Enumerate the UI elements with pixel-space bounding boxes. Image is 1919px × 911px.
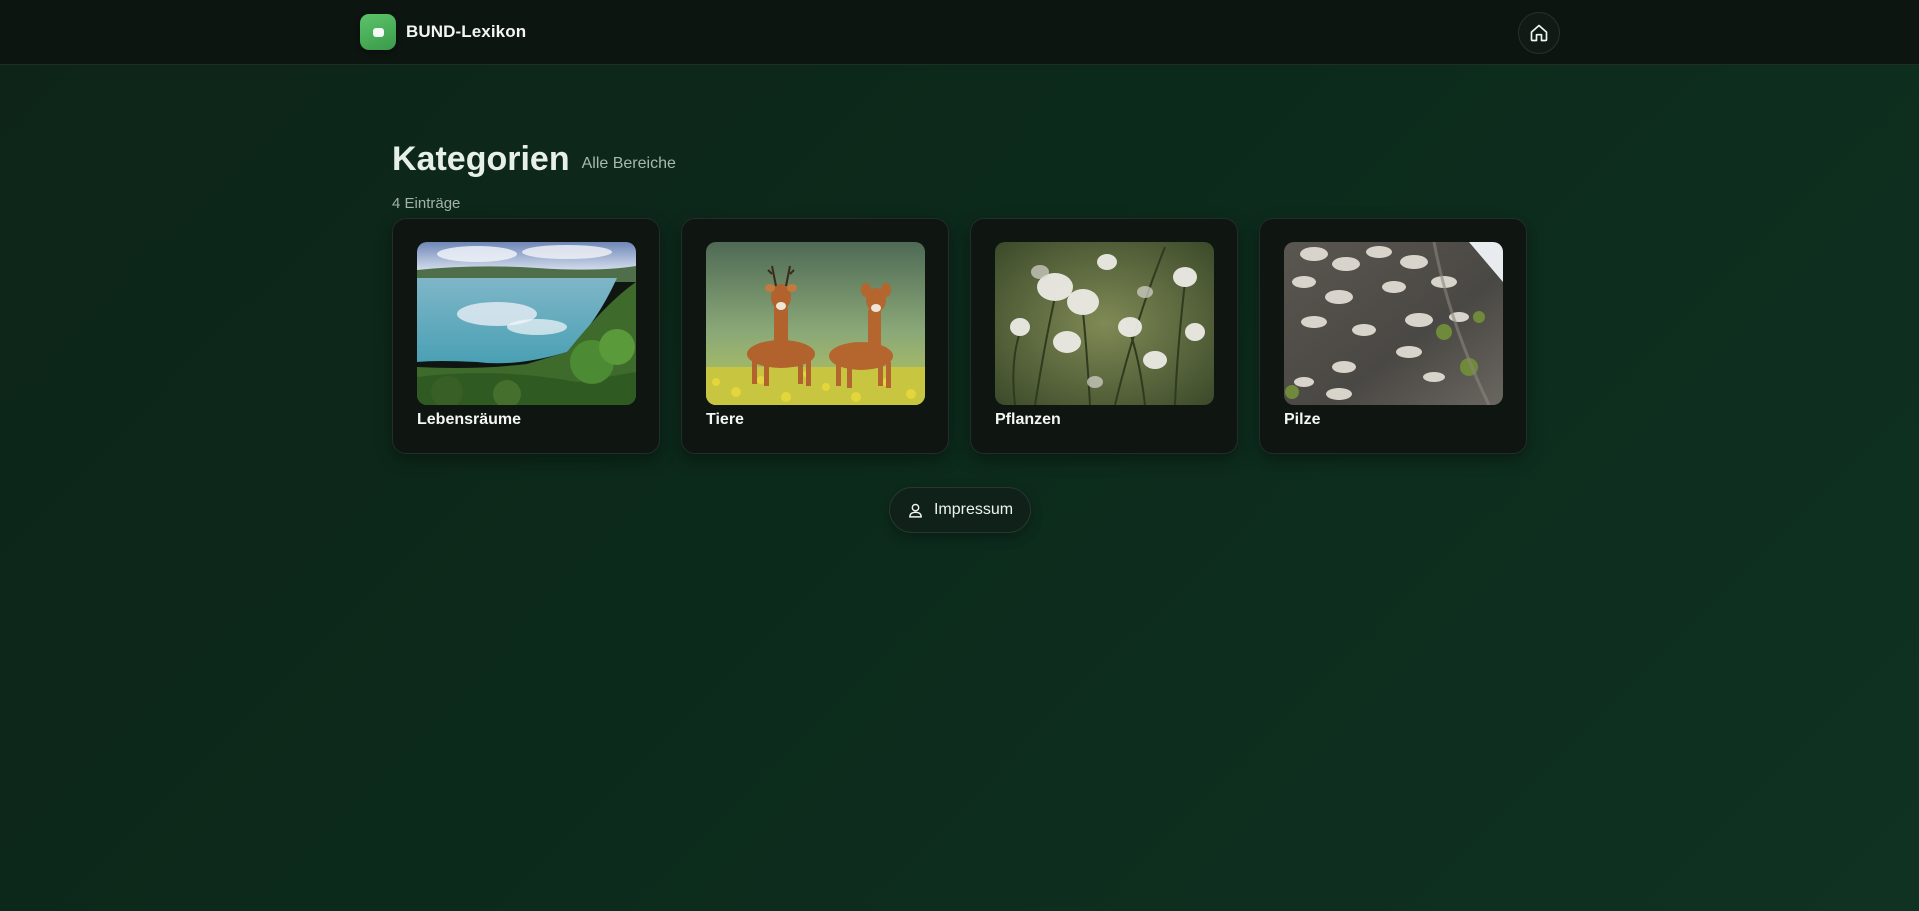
category-card-lebensraeume[interactable]: Lebensräume xyxy=(392,218,660,454)
bracket-fungi-image xyxy=(1284,242,1503,405)
category-card-tiere[interactable]: Tiere xyxy=(681,218,949,454)
user-icon xyxy=(909,503,922,518)
category-label: Tiere xyxy=(706,411,744,428)
brand-link[interactable]: BUND-Lexikon xyxy=(360,14,526,50)
impressum-button[interactable]: Impressum xyxy=(889,487,1031,533)
page-subtitle: Alle Bereiche xyxy=(581,155,676,172)
deer-in-field-image xyxy=(706,242,925,405)
page-title: Kategorien xyxy=(392,140,570,178)
home-icon xyxy=(1530,24,1548,42)
category-card-pflanzen[interactable]: Pflanzen xyxy=(970,218,1238,454)
category-label: Pilze xyxy=(1284,411,1321,428)
page-heading: Kategorien Alle Bereiche xyxy=(392,140,676,179)
home-button[interactable] xyxy=(1518,12,1560,54)
app-logo-icon xyxy=(360,14,396,50)
category-grid: Lebensräume Tiere Pflanzen Pilze xyxy=(392,218,1527,454)
lake-landscape-image xyxy=(417,242,636,405)
category-label: Pflanzen xyxy=(995,411,1061,428)
impressum-label: Impressum xyxy=(933,501,1014,518)
top-bar: BUND-Lexikon xyxy=(0,0,1919,65)
category-label: Lebensräume xyxy=(417,411,522,428)
cotton-grass-image xyxy=(995,242,1214,405)
entry-count: 4 Einträge xyxy=(392,195,461,212)
category-card-pilze[interactable]: Pilze xyxy=(1259,218,1527,454)
brand-name: BUND-Lexikon xyxy=(406,22,527,41)
